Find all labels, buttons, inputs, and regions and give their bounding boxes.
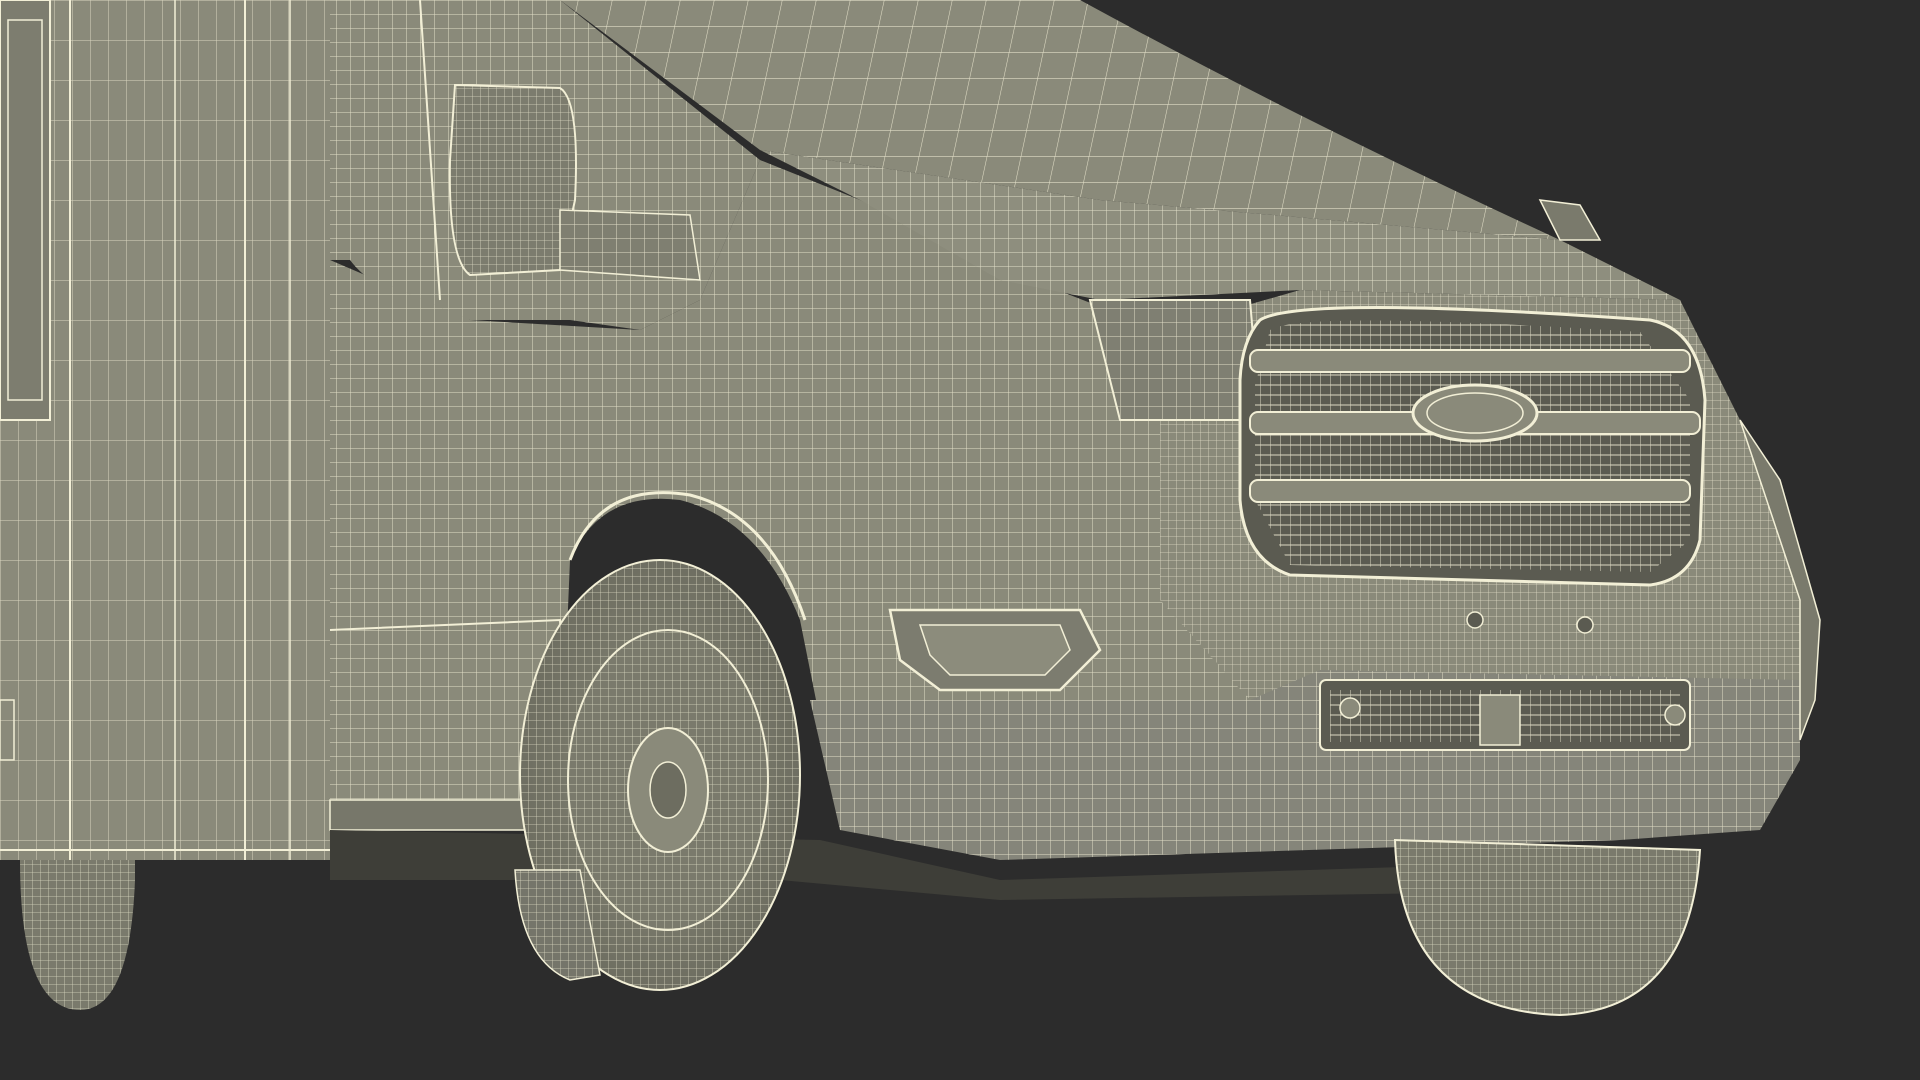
- fog-lamp-right: [1664, 704, 1686, 726]
- brand-emblem: [1411, 383, 1539, 443]
- rear-box-body: [0, 0, 330, 860]
- wireframe-render-canvas: [0, 0, 1920, 1080]
- fog-lamp-left: [1339, 697, 1361, 719]
- headlight: [1088, 299, 1262, 421]
- grille: [1238, 306, 1707, 587]
